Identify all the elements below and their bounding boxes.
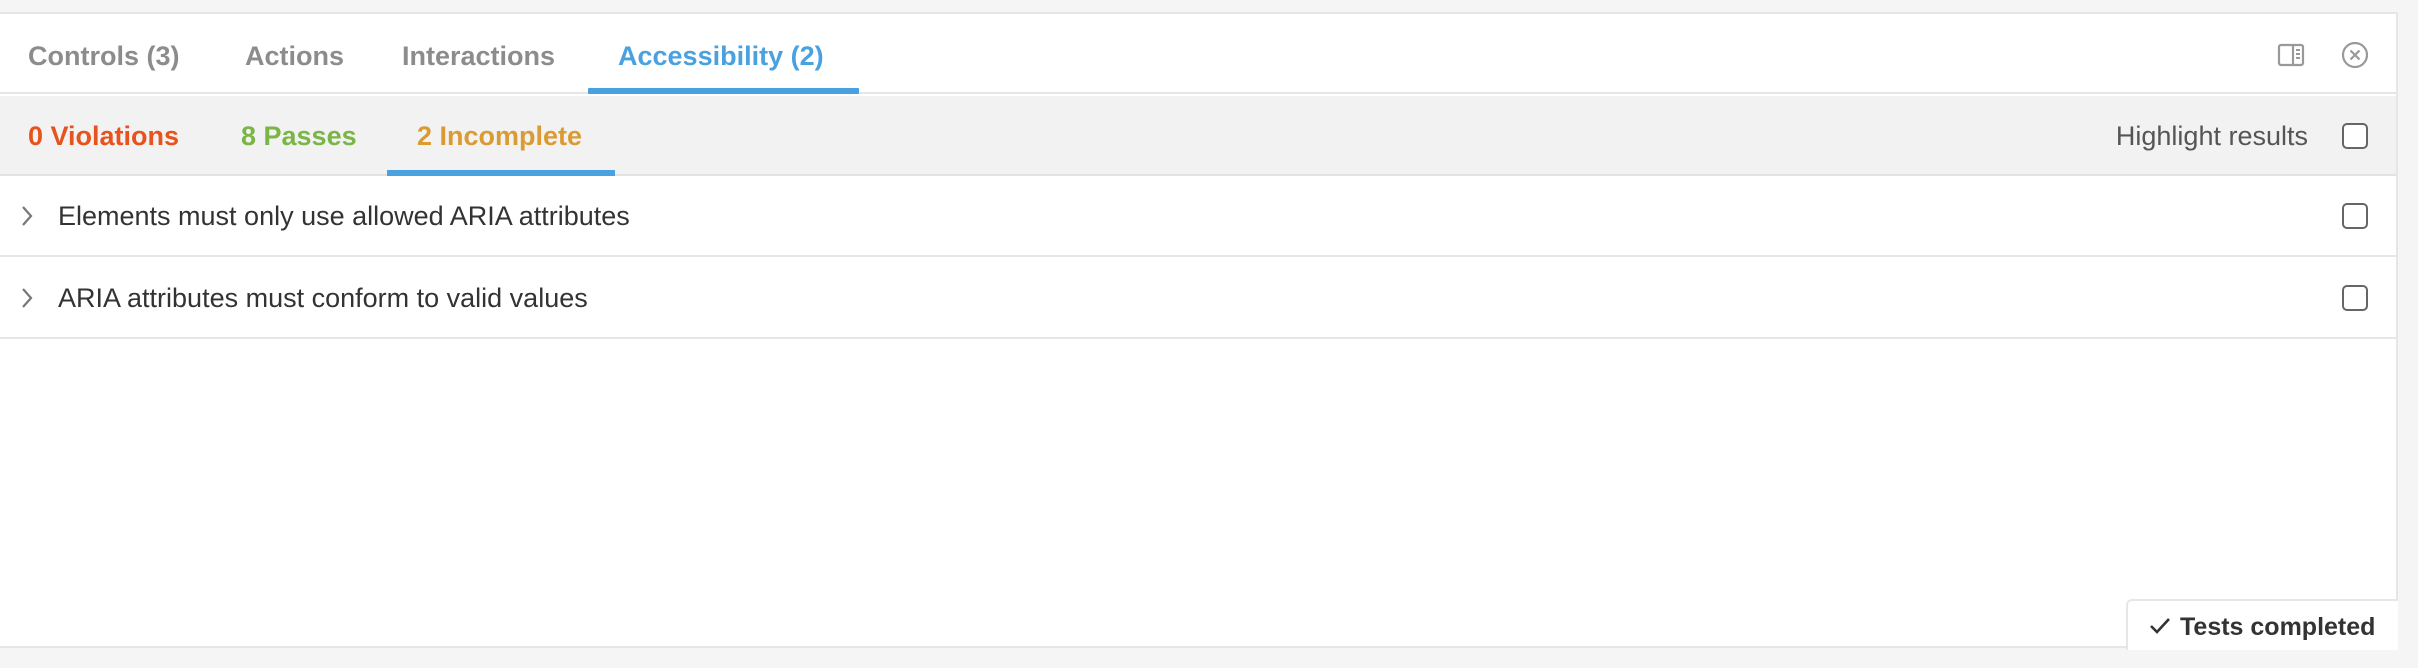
rule-highlight-checkbox[interactable] [2342, 203, 2368, 229]
panel-orientation-icon[interactable] [2276, 40, 2306, 70]
highlight-results-checkbox[interactable] [2342, 123, 2368, 149]
list-item-rule[interactable]: ARIA attributes must conform to valid va… [0, 258, 2396, 339]
tab-incomplete[interactable]: 2 Incomplete [417, 96, 582, 174]
tab-actions[interactable]: Actions [245, 14, 344, 94]
tab-violations[interactable]: 0 Violations [28, 96, 179, 174]
check-icon [2150, 618, 2170, 634]
tab-accessibility[interactable]: Accessibility (2) [618, 14, 824, 94]
rule-label: ARIA attributes must conform to valid va… [58, 283, 588, 313]
addons-tab-bar: Controls (3) Actions Interactions Access… [0, 14, 2396, 94]
chevron-right-icon[interactable] [18, 284, 36, 312]
close-circle-icon[interactable] [2340, 40, 2370, 70]
list-item-rule[interactable]: Elements must only use allowed ARIA attr… [0, 176, 2396, 257]
active-tab-indicator [588, 88, 859, 94]
rule-label: Elements must only use allowed ARIA attr… [58, 201, 630, 231]
tab-passes[interactable]: 8 Passes [241, 96, 357, 174]
a11y-results-bar: 0 Violations 8 Passes 2 Incomplete Highl… [0, 96, 2396, 176]
addons-panel: Controls (3) Actions Interactions Access… [0, 12, 2398, 650]
status-badge: Tests completed [2126, 599, 2398, 650]
tab-interactions[interactable]: Interactions [402, 14, 555, 94]
tab-controls[interactable]: Controls (3) [28, 14, 180, 94]
status-label: Tests completed [2180, 613, 2376, 641]
chevron-right-icon[interactable] [18, 202, 36, 230]
highlight-results-label: Highlight results [2115, 121, 2308, 151]
rule-highlight-checkbox[interactable] [2342, 285, 2368, 311]
